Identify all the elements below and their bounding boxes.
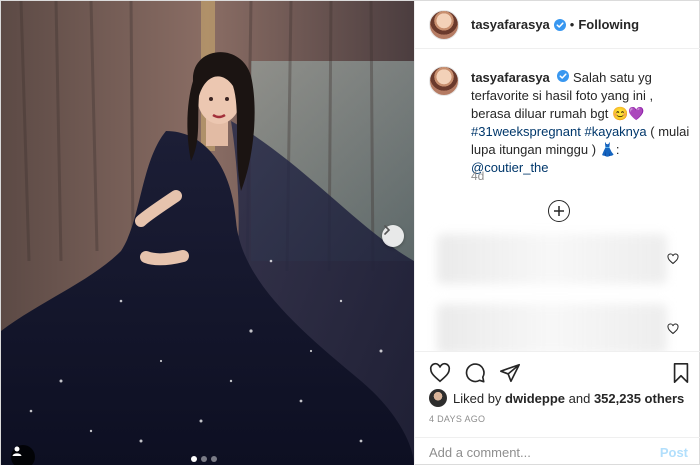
- hashtag-link[interactable]: #31weekspregnant: [471, 124, 581, 139]
- comment-icon[interactable]: [464, 362, 486, 384]
- verified-badge-icon: [553, 18, 566, 31]
- plus-icon: [554, 206, 564, 216]
- carousel-dot: [191, 456, 197, 462]
- load-more-comments-button[interactable]: [548, 200, 570, 222]
- likes-prefix: Liked by: [453, 390, 502, 406]
- emoji-smile: 😊: [611, 106, 629, 121]
- share-icon[interactable]: [499, 362, 521, 384]
- likes-joiner: and: [568, 390, 591, 406]
- comment-input[interactable]: [429, 444, 660, 460]
- hashtag-link[interactable]: #kayaknya: [584, 124, 646, 139]
- comment-heart-icon[interactable]: [667, 253, 679, 265]
- add-comment-bar: Post: [415, 437, 700, 465]
- caption-text: tasyafarasya Salah satu yg terfavorite s…: [471, 69, 693, 177]
- photo-illustration: [1, 1, 414, 465]
- next-photo-button[interactable]: [382, 225, 404, 247]
- post-details-panel: tasyafarasya • Following tasyafarasya Sa…: [414, 1, 700, 465]
- post-date: 4 DAYS AGO: [429, 414, 486, 424]
- liker-avatar[interactable]: [429, 389, 447, 407]
- carousel-dot: [201, 456, 207, 462]
- instagram-post: tasyafarasya • Following tasyafarasya Sa…: [0, 0, 700, 465]
- user-tag-icon: [12, 446, 22, 456]
- comment-heart-icon[interactable]: [667, 323, 679, 335]
- avatar[interactable]: [429, 9, 459, 40]
- caption-username[interactable]: tasyafarasya: [471, 70, 550, 85]
- post-header: tasyafarasya • Following: [415, 1, 700, 49]
- likes-summary: Liked by dwideppe and 352,235 others: [429, 389, 684, 407]
- carousel-dot: [211, 456, 217, 462]
- header-username[interactable]: tasyafarasya: [471, 17, 550, 32]
- heart-icon[interactable]: [429, 362, 451, 384]
- caption-avatar[interactable]: [429, 66, 459, 96]
- verified-badge-icon: [557, 70, 570, 82]
- emoji-purple-heart: 💜: [628, 106, 645, 121]
- liker-username[interactable]: dwideppe: [505, 391, 565, 406]
- blurred-comment: [437, 304, 667, 351]
- action-bar: [415, 351, 700, 391]
- chevron-right-icon: [384, 225, 391, 235]
- likes-count[interactable]: 352,235 others: [594, 391, 684, 406]
- post-photo[interactable]: [1, 1, 414, 465]
- caption: tasyafarasya Salah satu yg terfavorite s…: [429, 66, 694, 177]
- comments-section: tasyafarasya Salah satu yg terfavorite s…: [415, 49, 700, 351]
- bookmark-icon[interactable]: [670, 362, 692, 384]
- post-comment-button[interactable]: Post: [660, 445, 688, 460]
- carousel-indicator: [191, 456, 217, 462]
- caption-colon: :: [615, 142, 620, 157]
- following-button[interactable]: Following: [578, 17, 639, 32]
- emoji-dress: 👗: [599, 142, 616, 157]
- tagged-users-button[interactable]: [11, 445, 35, 465]
- blurred-comment: [437, 234, 667, 284]
- header-separator: •: [569, 17, 575, 32]
- caption-time: 4d: [471, 169, 485, 183]
